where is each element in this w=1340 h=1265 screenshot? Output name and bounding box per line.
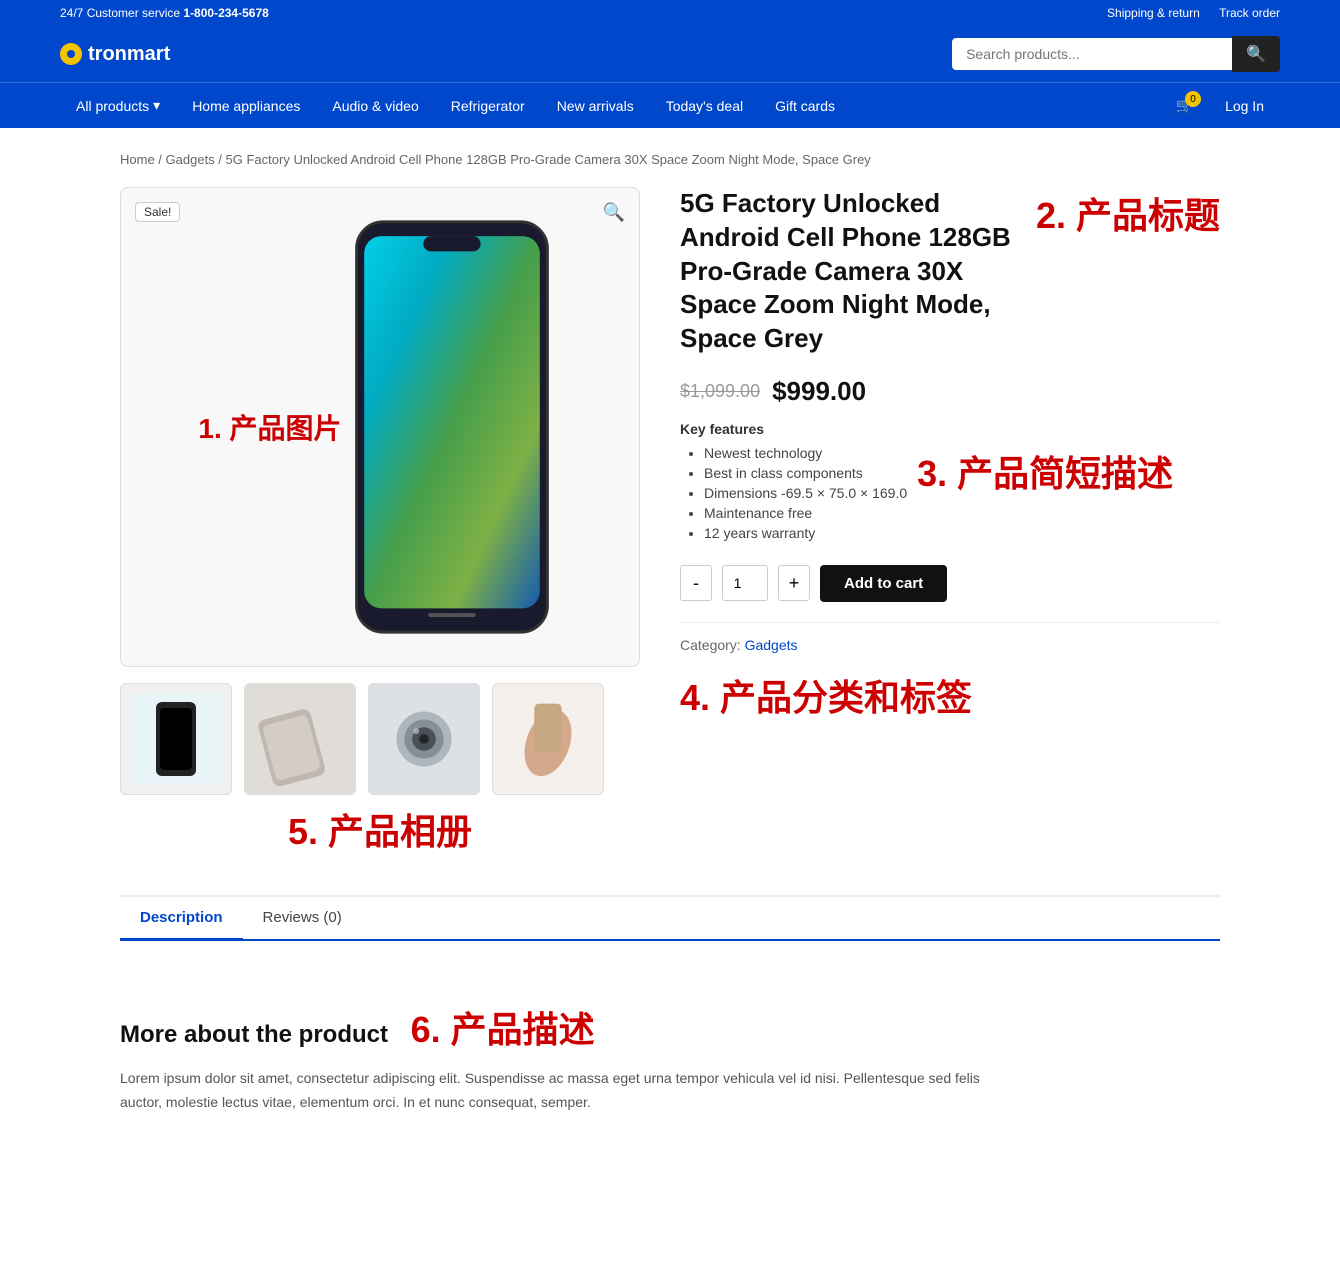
description-section: More about the product 6. 产品描述 Lorem ips… bbox=[120, 971, 1220, 1175]
annotation-4: 4. 产品分类和标签 bbox=[680, 669, 1220, 721]
tab-reviews[interactable]: Reviews (0) bbox=[243, 897, 362, 939]
search-button[interactable]: 🔍 bbox=[1232, 36, 1280, 72]
thumbnail-1[interactable] bbox=[120, 683, 232, 795]
zoom-icon[interactable]: 🔍 bbox=[603, 202, 625, 223]
product-layout: Sale! 🔍 1. 产品图片 bbox=[120, 187, 1220, 855]
feature-item-2: Best in class components bbox=[704, 465, 907, 481]
breadcrumb-home[interactable]: Home bbox=[120, 152, 155, 167]
login-link[interactable]: Log In bbox=[1209, 84, 1280, 128]
annotation-2: 2. 产品标题 bbox=[1036, 187, 1220, 239]
product-info: 5G Factory Unlocked Android Cell Phone 1… bbox=[680, 187, 1220, 855]
thumbnail-4[interactable] bbox=[492, 683, 604, 795]
logo-icon bbox=[60, 43, 82, 65]
category-label: Category: bbox=[680, 637, 741, 653]
track-order-link[interactable]: Track order bbox=[1219, 6, 1280, 20]
nav-item-refrigerator[interactable]: Refrigerator bbox=[435, 84, 541, 128]
navigation: All products ▾ Home appliances Audio & v… bbox=[0, 82, 1340, 128]
feature-item-1: Newest technology bbox=[704, 445, 907, 461]
nav-item-todays-deal[interactable]: Today's deal bbox=[650, 84, 759, 128]
annotation-3: 3. 产品简短描述 bbox=[917, 445, 1173, 497]
main-content: Home / Gadgets / 5G Factory Unlocked And… bbox=[60, 128, 1280, 1199]
tab-description[interactable]: Description bbox=[120, 897, 243, 941]
breadcrumb-gadgets[interactable]: Gadgets bbox=[166, 152, 215, 167]
cart-badge: 0 bbox=[1185, 91, 1201, 107]
search-input[interactable] bbox=[952, 38, 1232, 70]
quantity-input[interactable] bbox=[722, 565, 768, 601]
quantity-minus-button[interactable]: - bbox=[680, 565, 712, 601]
feature-item-3: Dimensions -69.5 × 75.0 × 169.0 bbox=[704, 485, 907, 501]
quantity-plus-button[interactable]: + bbox=[778, 565, 810, 601]
feature-item-4: Maintenance free bbox=[704, 505, 907, 521]
price-wrap: $1,099.00 $999.00 bbox=[680, 376, 1220, 407]
quantity-row: - + Add to cart bbox=[680, 565, 1220, 602]
key-features-label: Key features bbox=[680, 421, 1220, 437]
tabs-section: Description Reviews (0) bbox=[120, 895, 1220, 941]
description-text: Lorem ipsum dolor sit amet, consectetur … bbox=[120, 1067, 1020, 1115]
shipping-return-link[interactable]: Shipping & return bbox=[1107, 6, 1200, 20]
new-price: $999.00 bbox=[772, 376, 866, 407]
chevron-down-icon: ▾ bbox=[153, 97, 160, 114]
nav-right: 🛒 0 Log In bbox=[1168, 83, 1280, 128]
category-value-link[interactable]: Gadgets bbox=[745, 637, 798, 653]
add-to-cart-button[interactable]: Add to cart bbox=[820, 565, 947, 602]
category-row: Category: Gadgets bbox=[680, 622, 1220, 653]
nav-item-home-appliances[interactable]: Home appliances bbox=[176, 84, 316, 128]
top-bar-links: Shipping & return Track order bbox=[1091, 6, 1280, 20]
nav-item-new-arrivals[interactable]: New arrivals bbox=[541, 84, 650, 128]
annotation-5: 5. 产品相册 bbox=[120, 803, 640, 855]
top-bar: 24/7 Customer service 1-800-234-5678 Shi… bbox=[0, 0, 1340, 26]
logo[interactable]: tronmart bbox=[60, 43, 170, 66]
feature-list: Newest technology Best in class componen… bbox=[680, 445, 907, 545]
thumbnail-2[interactable] bbox=[244, 683, 356, 795]
old-price: $1,099.00 bbox=[680, 381, 760, 402]
search-bar: 🔍 bbox=[952, 36, 1280, 72]
nav-item-all-products[interactable]: All products ▾ bbox=[60, 83, 176, 128]
customer-service-text: 24/7 Customer service 1-800-234-5678 bbox=[60, 6, 269, 20]
tab-list: Description Reviews (0) bbox=[120, 897, 1220, 941]
breadcrumb-current: 5G Factory Unlocked Android Cell Phone 1… bbox=[226, 152, 871, 167]
product-title: 5G Factory Unlocked Android Cell Phone 1… bbox=[680, 187, 1026, 356]
breadcrumb: Home / Gadgets / 5G Factory Unlocked And… bbox=[120, 152, 1220, 167]
main-product-image: Sale! 🔍 1. 产品图片 bbox=[120, 187, 640, 667]
product-images: Sale! 🔍 1. 产品图片 bbox=[120, 187, 640, 855]
cart-icon[interactable]: 🛒 0 bbox=[1168, 83, 1201, 128]
header: tronmart 🔍 bbox=[0, 26, 1340, 82]
thumbnail-row bbox=[120, 683, 640, 795]
description-title: More about the product 6. 产品描述 bbox=[120, 1001, 1220, 1053]
phone-illustration bbox=[342, 217, 562, 637]
annotation-6: 6. 产品描述 bbox=[411, 1009, 595, 1050]
sale-badge: Sale! bbox=[135, 202, 180, 222]
thumbnail-3[interactable] bbox=[368, 683, 480, 795]
nav-item-audio-video[interactable]: Audio & video bbox=[316, 84, 434, 128]
feature-item-5: 12 years warranty bbox=[704, 525, 907, 541]
annotation-1: 1. 产品图片 bbox=[198, 407, 341, 447]
logo-text: tronmart bbox=[88, 43, 170, 66]
nav-item-gift-cards[interactable]: Gift cards bbox=[759, 84, 851, 128]
